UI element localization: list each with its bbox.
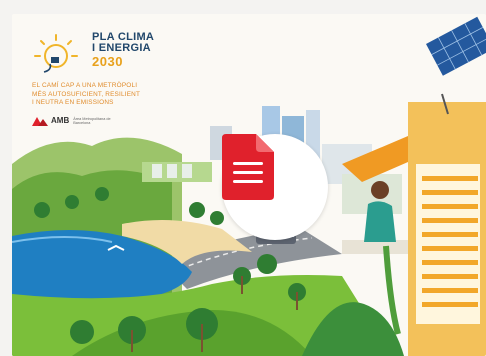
document-icon [222,134,274,200]
sun-plug-logo-icon [32,32,84,76]
plan-cover-image[interactable]: PLA CLIMA I ENERGIA 2030 EL CAMÍ CAP A U… [12,14,486,356]
open-document-button[interactable] [222,134,328,240]
amb-mark-icon [32,116,48,126]
plan-title-line2: I ENERGIA [92,42,151,54]
plan-tagline: EL CAMÍ CAP A UNA METRÒPOLI MÉS AUTOSUFI… [32,82,141,107]
amb-logo: AMB Àrea Metropolitana de Barcelona [32,116,262,126]
amb-subtitle: Àrea Metropolitana de Barcelona [73,116,111,125]
plan-branding: PLA CLIMA I ENERGIA 2030 EL CAMÍ CAP A U… [32,32,262,126]
plan-title-year: 2030 [92,54,123,69]
amb-label: AMB [51,116,70,126]
